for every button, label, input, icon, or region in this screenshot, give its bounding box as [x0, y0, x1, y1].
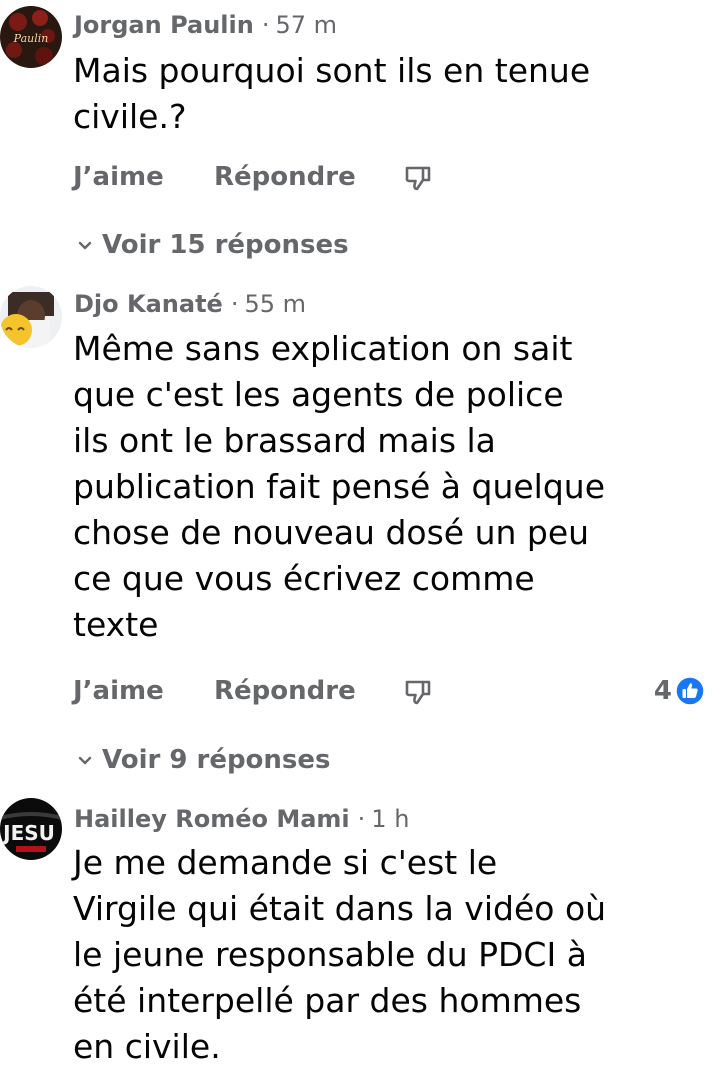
avatar-image: Paulin [0, 6, 62, 68]
like-button[interactable]: J’aime [73, 160, 164, 194]
separator-dot: · [230, 290, 239, 318]
timestamp[interactable]: 55 m [244, 290, 306, 318]
see-replies-link[interactable]: Voir 9 réponses [78, 743, 331, 777]
comment-text: Je me demande si c'est le Virgile qui ét… [73, 843, 607, 1066]
like-button[interactable]: J’aime [73, 674, 164, 708]
author-name[interactable]: Jorgan Paulin [74, 11, 254, 39]
svg-text:JESU: JESU [1, 821, 55, 845]
see-replies-label: Voir 15 réponses [102, 230, 349, 260]
comment-text: Mais pourquoi sont ils en tenue civile.? [73, 51, 591, 136]
dislike-icon[interactable] [403, 164, 433, 192]
svg-text:Paulin: Paulin [13, 32, 49, 45]
comment-header: Hailley Roméo Mami · 1 h [74, 804, 409, 834]
avatar[interactable]: Paulin [0, 6, 62, 68]
chevron-down-icon [78, 241, 92, 249]
avatar[interactable] [0, 286, 62, 348]
comment-actions: J’aime Répondre 4 [73, 674, 727, 708]
comment-header: Djo Kanaté · 55 m [74, 289, 306, 319]
separator-dot: · [357, 805, 366, 833]
reaction-count: 4 [653, 676, 672, 706]
comment-text: Même sans explication on sait que c'est … [73, 329, 606, 644]
avatar-image [0, 286, 62, 348]
timestamp[interactable]: 57 m [275, 11, 337, 39]
comment-header: Jorgan Paulin · 57 m [74, 10, 337, 40]
reply-button[interactable]: Répondre [214, 160, 356, 194]
reaction-summary[interactable]: 4 [654, 674, 705, 708]
see-replies-link[interactable]: Voir 15 réponses [78, 228, 349, 262]
avatar[interactable]: JESU [0, 798, 62, 860]
author-name[interactable]: Hailley Roméo Mami [74, 805, 350, 833]
timestamp[interactable]: 1 h [371, 805, 409, 833]
avatar-image: JESU [0, 798, 62, 860]
comment-actions: J’aime Répondre [73, 160, 727, 194]
like-reaction-icon [675, 676, 705, 706]
dislike-icon[interactable] [403, 678, 433, 706]
separator-dot: · [261, 11, 270, 39]
reply-button[interactable]: Répondre [214, 674, 356, 708]
author-name[interactable]: Djo Kanaté [74, 290, 223, 318]
see-replies-label: Voir 9 réponses [102, 745, 331, 775]
chevron-down-icon [78, 756, 92, 764]
